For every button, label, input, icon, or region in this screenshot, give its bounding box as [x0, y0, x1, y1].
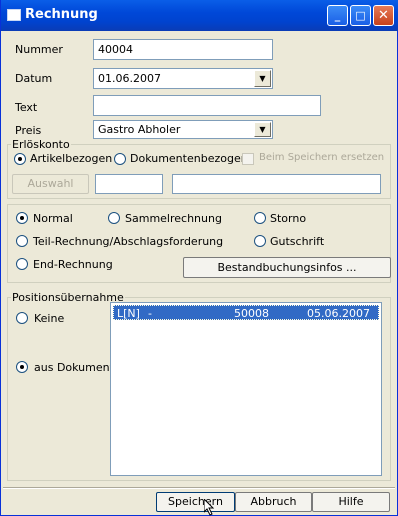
storno-radio[interactable] — [254, 212, 266, 224]
close-button[interactable]: ✕ — [373, 5, 394, 26]
artikelbezogen-label[interactable]: Artikelbezogen — [30, 152, 112, 165]
teil-rechnung-label[interactable]: Teil-Rechnung/Abschlagsforderung — [33, 235, 223, 248]
aus-dokument-label[interactable]: aus Dokument — [34, 361, 114, 374]
abbruch-button[interactable]: Abbruch — [235, 492, 312, 512]
list-item[interactable]: L[N] - 50008 05.06.2007 — [113, 305, 379, 320]
gutschrift-label[interactable]: Gutschrift — [270, 235, 324, 248]
beim-speichern-label: Beim Speichern ersetzen — [259, 152, 385, 163]
preis-label: Preis — [15, 124, 42, 137]
positionsuebernahme-title: Positionsübernahme — [11, 291, 125, 304]
dokument-listbox[interactable]: L[N] - 50008 05.06.2007 — [110, 302, 382, 476]
bestandbuchungsinfos-button[interactable]: Bestandbuchungsinfos ... — [183, 257, 391, 278]
auswahl-button[interactable]: Auswahl — [12, 174, 89, 194]
footer-separator — [3, 487, 395, 489]
window-icon — [7, 9, 21, 21]
row-number: 50008 — [234, 307, 269, 320]
normal-radio[interactable] — [16, 212, 28, 224]
erloeskonto-title: Erlöskonto — [11, 138, 71, 151]
hilfe-button[interactable]: Hilfe — [312, 492, 390, 512]
keine-label[interactable]: Keine — [34, 312, 64, 325]
sammelrechnung-radio[interactable] — [108, 212, 120, 224]
storno-label[interactable]: Storno — [270, 212, 306, 225]
text-label: Text — [15, 101, 38, 114]
datum-label: Datum — [15, 72, 53, 85]
normal-label[interactable]: Normal — [33, 212, 73, 225]
title-bar[interactable]: Rechnung _ □ ✕ — [1, 0, 398, 31]
erloeskonto-field-1[interactable] — [95, 174, 163, 194]
teil-rechnung-radio[interactable] — [16, 235, 28, 247]
row-separator: - — [148, 307, 152, 320]
chevron-down-icon[interactable]: ▼ — [254, 122, 271, 137]
artikelbezogen-radio[interactable] — [14, 153, 26, 165]
end-rechnung-label[interactable]: End-Rechnung — [33, 258, 113, 271]
aus-dokument-radio[interactable] — [16, 361, 28, 373]
beim-speichern-checkbox[interactable] — [242, 153, 254, 165]
gutschrift-radio[interactable] — [254, 235, 266, 247]
nummer-label: Nummer — [15, 43, 63, 56]
row-type: L[N] — [117, 307, 140, 320]
end-rechnung-radio[interactable] — [16, 258, 28, 270]
chevron-down-icon[interactable]: ▼ — [254, 70, 271, 87]
sammelrechnung-label[interactable]: Sammelrechnung — [125, 212, 222, 225]
keine-radio[interactable] — [16, 312, 28, 324]
preis-combo[interactable]: Gastro Abholer ▼ — [93, 120, 273, 139]
maximize-button[interactable]: □ — [350, 5, 371, 26]
minimize-button[interactable]: _ — [327, 5, 348, 26]
datum-value: 01.06.2007 — [98, 72, 161, 85]
datum-combo[interactable]: 01.06.2007 ▼ — [93, 68, 273, 89]
text-input[interactable] — [93, 95, 321, 116]
preis-value: Gastro Abholer — [98, 123, 181, 136]
mouse-cursor-icon — [204, 499, 215, 516]
row-date: 05.06.2007 — [307, 307, 370, 320]
dokumentenbezogen-radio[interactable] — [114, 153, 126, 165]
rechnung-window: Rechnung _ □ ✕ Nummer 40004 Datum 01.06.… — [0, 0, 398, 516]
erloeskonto-field-2[interactable] — [172, 174, 381, 194]
dokumentenbezogen-label[interactable]: Dokumentenbezogen — [130, 152, 248, 165]
window-title: Rechnung — [25, 7, 98, 22]
nummer-input[interactable]: 40004 — [93, 39, 273, 60]
speichern-button[interactable]: Speichern — [156, 492, 235, 512]
